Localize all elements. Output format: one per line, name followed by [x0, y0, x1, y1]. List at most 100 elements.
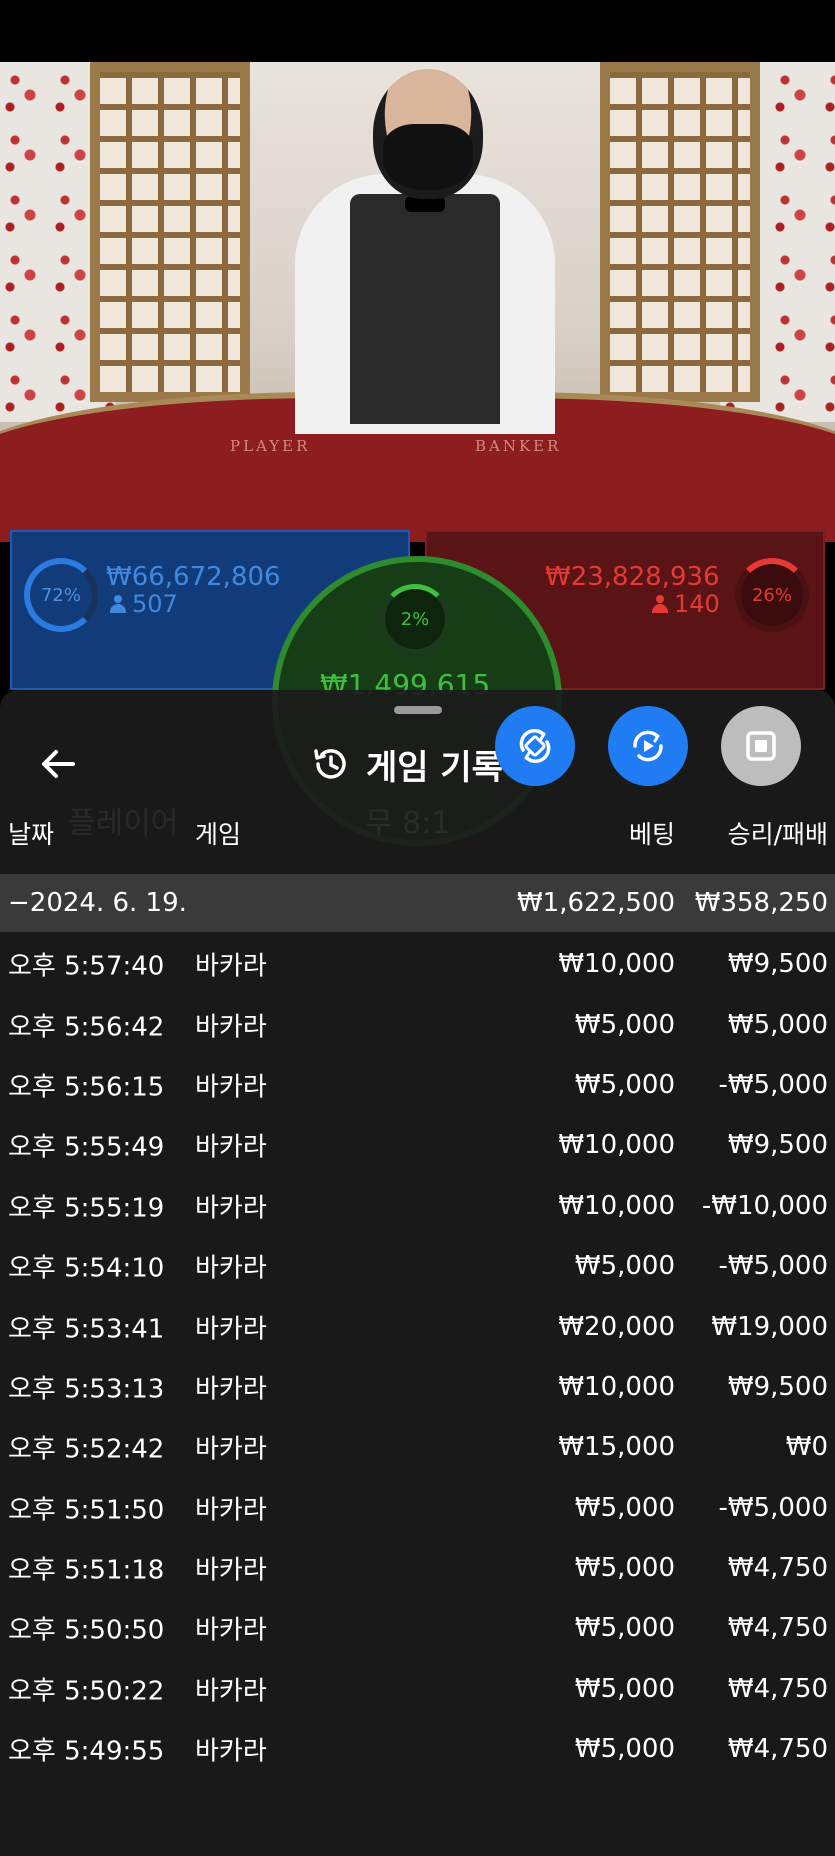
row-bet: ₩10,000: [558, 1371, 675, 1402]
row-bet: ₩10,000: [558, 949, 675, 980]
date-summary-row[interactable]: −2024. 6. 19. ₩1,622,500 ₩358,250: [0, 874, 835, 932]
banker-percent-ring: 26%: [735, 558, 809, 632]
row-time: 오후 5:51:50: [8, 1495, 165, 1526]
row-time: 오후 5:56:42: [8, 1012, 165, 1043]
row-game: 바카라: [195, 1434, 267, 1465]
row-game: 바카라: [195, 951, 267, 982]
drag-handle[interactable]: [394, 706, 442, 714]
row-time: 오후 5:49:55: [8, 1736, 165, 1767]
row-game: 바카라: [195, 1253, 267, 1284]
column-result: 승리/패배: [727, 820, 828, 849]
row-time: 오후 5:50:50: [8, 1615, 165, 1646]
banker-bet-amount: ₩23,828,936: [545, 562, 720, 592]
row-game: 바카라: [195, 1132, 267, 1163]
row-result: ₩5,000: [727, 1009, 828, 1040]
row-time: 오후 5:55:49: [8, 1132, 165, 1163]
table-row[interactable]: 오후 5:51:50 바카라 ₩5,000 -₩5,000: [0, 1478, 835, 1538]
sheet-header: 게임 기록: [310, 736, 503, 792]
row-result: -₩5,000: [718, 1251, 828, 1282]
column-bet: 베팅: [628, 820, 675, 849]
row-game: 바카라: [195, 1193, 267, 1224]
row-bet: ₩5,000: [574, 1251, 675, 1282]
row-result: ₩4,750: [727, 1673, 828, 1704]
row-result: ₩9,500: [727, 949, 828, 980]
status-bar: [0, 0, 835, 62]
row-time: 오후 5:57:40: [8, 951, 165, 982]
table-row[interactable]: 오후 5:50:22 바카라 ₩5,000 ₩4,750: [0, 1659, 835, 1719]
row-bet: ₩5,000: [574, 1069, 675, 1100]
page-title: 게임 기록: [366, 747, 503, 788]
summary-bet-total: ₩1,622,500: [516, 888, 675, 918]
row-bet: ₩5,000: [574, 1553, 675, 1584]
stop-button[interactable]: [721, 706, 801, 786]
row-game: 바카라: [195, 1555, 267, 1586]
table-row[interactable]: 오후 5:50:50 바카라 ₩5,000 ₩4,750: [0, 1598, 835, 1658]
history-rows: 오후 5:57:40 바카라 ₩10,000 ₩9,500 오후 5:56:42 바카라…: [0, 934, 835, 1779]
table-row[interactable]: 오후 5:57:40 바카라 ₩10,000 ₩9,500: [0, 934, 835, 994]
table-row[interactable]: 오후 5:55:49 바카라 ₩10,000 ₩9,500: [0, 1115, 835, 1175]
row-result: ₩0: [785, 1432, 828, 1463]
row-time: 오후 5:53:41: [8, 1314, 165, 1345]
back-button[interactable]: [34, 740, 82, 788]
person-icon: [110, 595, 126, 613]
row-result: ₩19,000: [711, 1311, 828, 1342]
row-time: 오후 5:53:13: [8, 1374, 165, 1405]
table-row[interactable]: 오후 5:51:18 바카라 ₩5,000 ₩4,750: [0, 1538, 835, 1598]
table-row[interactable]: 오후 5:56:15 바카라 ₩5,000 -₩5,000: [0, 1055, 835, 1115]
lattice-screen-right: [600, 62, 760, 402]
table-label-banker: BANKER: [475, 437, 562, 455]
row-game: 바카라: [195, 1314, 267, 1345]
row-time: 오후 5:52:42: [8, 1434, 165, 1465]
row-bet: ₩10,000: [558, 1190, 675, 1221]
row-result: ₩9,500: [727, 1130, 828, 1161]
row-bet: ₩5,000: [574, 1492, 675, 1523]
replay-button[interactable]: [608, 706, 688, 786]
table-row[interactable]: 오후 5:53:41 바카라 ₩20,000 ₩19,000: [0, 1296, 835, 1356]
banker-bettor-count: 140: [652, 590, 720, 618]
table-row[interactable]: 오후 5:56:42 바카라 ₩5,000 ₩5,000: [0, 994, 835, 1054]
history-table-header: 날짜 게임 베팅 승리/패배: [0, 808, 835, 858]
row-game: 바카라: [195, 1012, 267, 1043]
row-result: ₩4,750: [727, 1553, 828, 1584]
player-bettor-count: 507: [110, 590, 178, 618]
row-time: 오후 5:55:19: [8, 1193, 165, 1224]
row-result: -₩5,000: [718, 1492, 828, 1523]
lattice-screen-left: [90, 62, 250, 402]
row-game: 바카라: [195, 1736, 267, 1767]
row-result: ₩4,750: [727, 1613, 828, 1644]
row-game: 바카라: [195, 1676, 267, 1707]
table-row[interactable]: 오후 5:53:13 바카라 ₩10,000 ₩9,500: [0, 1357, 835, 1417]
player-percent-ring: 72%: [24, 558, 98, 632]
row-bet: ₩5,000: [574, 1009, 675, 1040]
row-time: 오후 5:51:18: [8, 1555, 165, 1586]
table-row[interactable]: 오후 5:49:55 바카라 ₩5,000 ₩4,750: [0, 1719, 835, 1779]
stop-icon: [746, 731, 776, 761]
table-row[interactable]: 오후 5:54:10 바카라 ₩5,000 -₩5,000: [0, 1236, 835, 1296]
row-game: 바카라: [195, 1615, 267, 1646]
row-bet: ₩5,000: [574, 1734, 675, 1765]
row-bet: ₩10,000: [558, 1130, 675, 1161]
row-result: ₩4,750: [727, 1734, 828, 1765]
row-game: 바카라: [195, 1072, 267, 1103]
row-time: 오후 5:56:15: [8, 1072, 165, 1103]
live-video[interactable]: PLAYER BANKER: [0, 62, 835, 542]
sync-icon: [519, 729, 551, 763]
table-row[interactable]: 오후 5:55:19 바카라 ₩10,000 -₩10,000: [0, 1176, 835, 1236]
history-icon: [314, 749, 346, 779]
dealer: [295, 64, 555, 444]
replay-icon: [633, 730, 663, 762]
table-label-player: PLAYER: [230, 437, 311, 455]
sync-button[interactable]: [495, 706, 575, 786]
row-result: -₩5,000: [718, 1069, 828, 1100]
column-date: 날짜: [8, 820, 55, 849]
row-bet: ₩20,000: [558, 1311, 675, 1342]
summary-date: −2024. 6. 19.: [8, 888, 187, 918]
tie-percent-ring: 2%: [380, 584, 450, 654]
arrow-left-icon: [42, 750, 75, 778]
row-game: 바카라: [195, 1495, 267, 1526]
row-result: -₩10,000: [701, 1190, 828, 1221]
table-row[interactable]: 오후 5:52:42 바카라 ₩15,000 ₩0: [0, 1417, 835, 1477]
row-bet: ₩15,000: [558, 1432, 675, 1463]
game-history-sheet: 플레이어 무 8:1 게임 기록 날짜 게임 베팅 승리/패배 −2024. 6…: [0, 690, 835, 1856]
row-time: 오후 5:54:10: [8, 1253, 165, 1284]
